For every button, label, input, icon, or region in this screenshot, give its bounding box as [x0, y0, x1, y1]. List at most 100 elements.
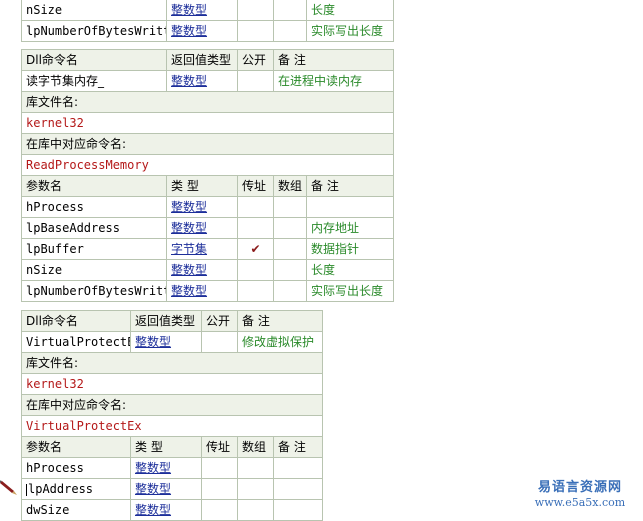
lib-file-label: 库文件名:	[20, 91, 395, 113]
param-array[interactable]	[273, 217, 307, 239]
header-type: 类 型	[130, 436, 202, 458]
param-byref[interactable]	[237, 217, 274, 239]
param-name[interactable]: dwSize	[21, 499, 131, 521]
param-type[interactable]: 整数型	[130, 478, 202, 500]
dll-cmd-name[interactable]: 读字节集内存_	[21, 70, 167, 92]
dll-return-type[interactable]: 整数型	[166, 70, 238, 92]
param-byref[interactable]	[201, 499, 238, 521]
param-type[interactable]: 整数型	[130, 499, 202, 521]
param-name-text: lpAddress	[28, 482, 94, 496]
param-remark[interactable]	[272, 478, 324, 500]
dll-table-virtual-protect: Dll命令名 返回值类型 公开 备 注 VirtualProtectEx 整数型…	[20, 310, 324, 521]
checkmark-icon[interactable]: ✔	[237, 238, 274, 260]
dll-remark[interactable]: 在进程中读内存	[272, 70, 395, 92]
lib-cmd-value[interactable]: VirtualProtectEx	[20, 415, 324, 437]
header-return-type: 返回值类型	[130, 310, 202, 332]
param-name[interactable]: hProcess	[21, 196, 167, 218]
header-remark: 备 注	[272, 49, 395, 71]
header-type: 类 型	[166, 175, 238, 197]
param-row[interactable]: nSize 整数型 长度	[21, 259, 395, 281]
dll-return-type[interactable]: 整数型	[130, 331, 202, 353]
header-byref: 传址	[237, 175, 274, 197]
param-header-row: 参数名 类 型 传址 数组 备 注	[21, 436, 324, 458]
param-name[interactable]: nSize	[21, 0, 167, 21]
pencil-cursor-icon	[0, 480, 17, 495]
lib-file-label: 库文件名:	[20, 352, 324, 374]
param-name-editing[interactable]: lpAddress	[21, 478, 131, 500]
header-remark: 备 注	[236, 310, 324, 332]
dll-table-read-memory: Dll命令名 返回值类型 公开 备 注 读字节集内存_ 整数型 在进程中读内存 …	[20, 49, 395, 302]
param-name[interactable]: hProcess	[21, 457, 131, 479]
param-type[interactable]: 整数型	[130, 457, 202, 479]
param-array[interactable]	[237, 499, 274, 521]
dll-cmd-row[interactable]: 读字节集内存_ 整数型 在进程中读内存	[21, 70, 395, 92]
param-remark[interactable]	[272, 457, 324, 479]
param-row[interactable]: lpBaseAddress 整数型 内存地址	[21, 217, 395, 239]
param-byref[interactable]	[237, 280, 274, 302]
watermark-title: 易语言资源网	[537, 480, 622, 495]
dll-header-row: Dll命令名 返回值类型 公开 备 注	[21, 49, 395, 71]
param-type[interactable]: 整数型	[166, 217, 238, 239]
param-remark[interactable]	[305, 196, 395, 218]
dll-public[interactable]	[237, 70, 274, 92]
param-array[interactable]	[273, 0, 307, 21]
param-type[interactable]: 字节集	[166, 238, 238, 260]
lib-cmd-value[interactable]: ReadProcessMemory	[20, 154, 395, 176]
param-type[interactable]: 整数型	[166, 20, 238, 42]
param-type[interactable]: 整数型	[166, 280, 238, 302]
header-array: 数组	[273, 175, 307, 197]
param-array[interactable]	[237, 457, 274, 479]
text-caret	[26, 483, 27, 496]
dll-header-row: Dll命令名 返回值类型 公开 备 注	[21, 310, 324, 332]
param-array[interactable]	[273, 238, 307, 260]
param-byref[interactable]	[237, 20, 274, 42]
param-array[interactable]	[273, 280, 307, 302]
param-type[interactable]: 整数型	[166, 0, 238, 21]
lib-cmd-label: 在库中对应命令名:	[20, 394, 324, 416]
param-array[interactable]	[237, 478, 274, 500]
header-byref: 传址	[201, 436, 238, 458]
param-byref[interactable]	[201, 457, 238, 479]
param-array[interactable]	[273, 259, 307, 281]
param-remark[interactable]: 数据指针	[305, 238, 395, 260]
param-name[interactable]: lpNumberOfBytesWritten	[21, 20, 167, 42]
param-row[interactable]: hProcess 整数型	[21, 196, 395, 218]
param-name[interactable]: lpBuffer	[21, 238, 167, 260]
param-remark[interactable]	[272, 499, 324, 521]
param-byref[interactable]	[237, 0, 274, 21]
header-array: 数组	[237, 436, 274, 458]
param-byref[interactable]	[201, 478, 238, 500]
header-dll-cmd-name: Dll命令名	[21, 310, 131, 332]
dll-cmd-row[interactable]: VirtualProtectEx 整数型 修改虚拟保护	[21, 331, 324, 353]
param-row[interactable]: lpNumberOfBytesWritten 整数型 实际写出长度	[21, 280, 395, 302]
param-row[interactable]: nSize 整数型 长度	[21, 0, 394, 21]
param-row[interactable]: lpBuffer 字节集 ✔ 数据指针	[21, 238, 395, 260]
param-array[interactable]	[273, 196, 307, 218]
param-remark[interactable]: 实际写出长度	[306, 20, 394, 42]
param-remark[interactable]: 实际写出长度	[305, 280, 395, 302]
header-param-remark: 备 注	[272, 436, 324, 458]
param-array[interactable]	[273, 20, 307, 42]
param-byref[interactable]	[237, 196, 274, 218]
param-byref[interactable]	[237, 259, 274, 281]
param-row[interactable]: hProcess 整数型	[21, 457, 324, 479]
param-row[interactable]: lpNumberOfBytesWritten 整数型 实际写出长度	[21, 20, 394, 42]
dll-cmd-name[interactable]: VirtualProtectEx	[21, 331, 131, 353]
param-remark[interactable]: 长度	[306, 0, 394, 21]
param-name[interactable]: lpNumberOfBytesWritten	[21, 280, 167, 302]
param-row[interactable]: lpAddress 整数型	[21, 478, 324, 500]
param-name[interactable]: lpBaseAddress	[21, 217, 167, 239]
param-row[interactable]: dwSize 整数型	[21, 499, 324, 521]
lib-file-value[interactable]: kernel32	[20, 112, 395, 134]
param-type[interactable]: 整数型	[166, 259, 238, 281]
lib-file-value[interactable]: kernel32	[20, 373, 324, 395]
header-param-name: 参数名	[21, 436, 131, 458]
dll-remark[interactable]: 修改虚拟保护	[236, 331, 324, 353]
param-name[interactable]: nSize	[21, 259, 167, 281]
param-type[interactable]: 整数型	[166, 196, 238, 218]
param-remark[interactable]: 内存地址	[305, 217, 395, 239]
header-public: 公开	[201, 310, 238, 332]
header-param-remark: 备 注	[305, 175, 395, 197]
param-remark[interactable]: 长度	[305, 259, 395, 281]
dll-public[interactable]	[201, 331, 238, 353]
